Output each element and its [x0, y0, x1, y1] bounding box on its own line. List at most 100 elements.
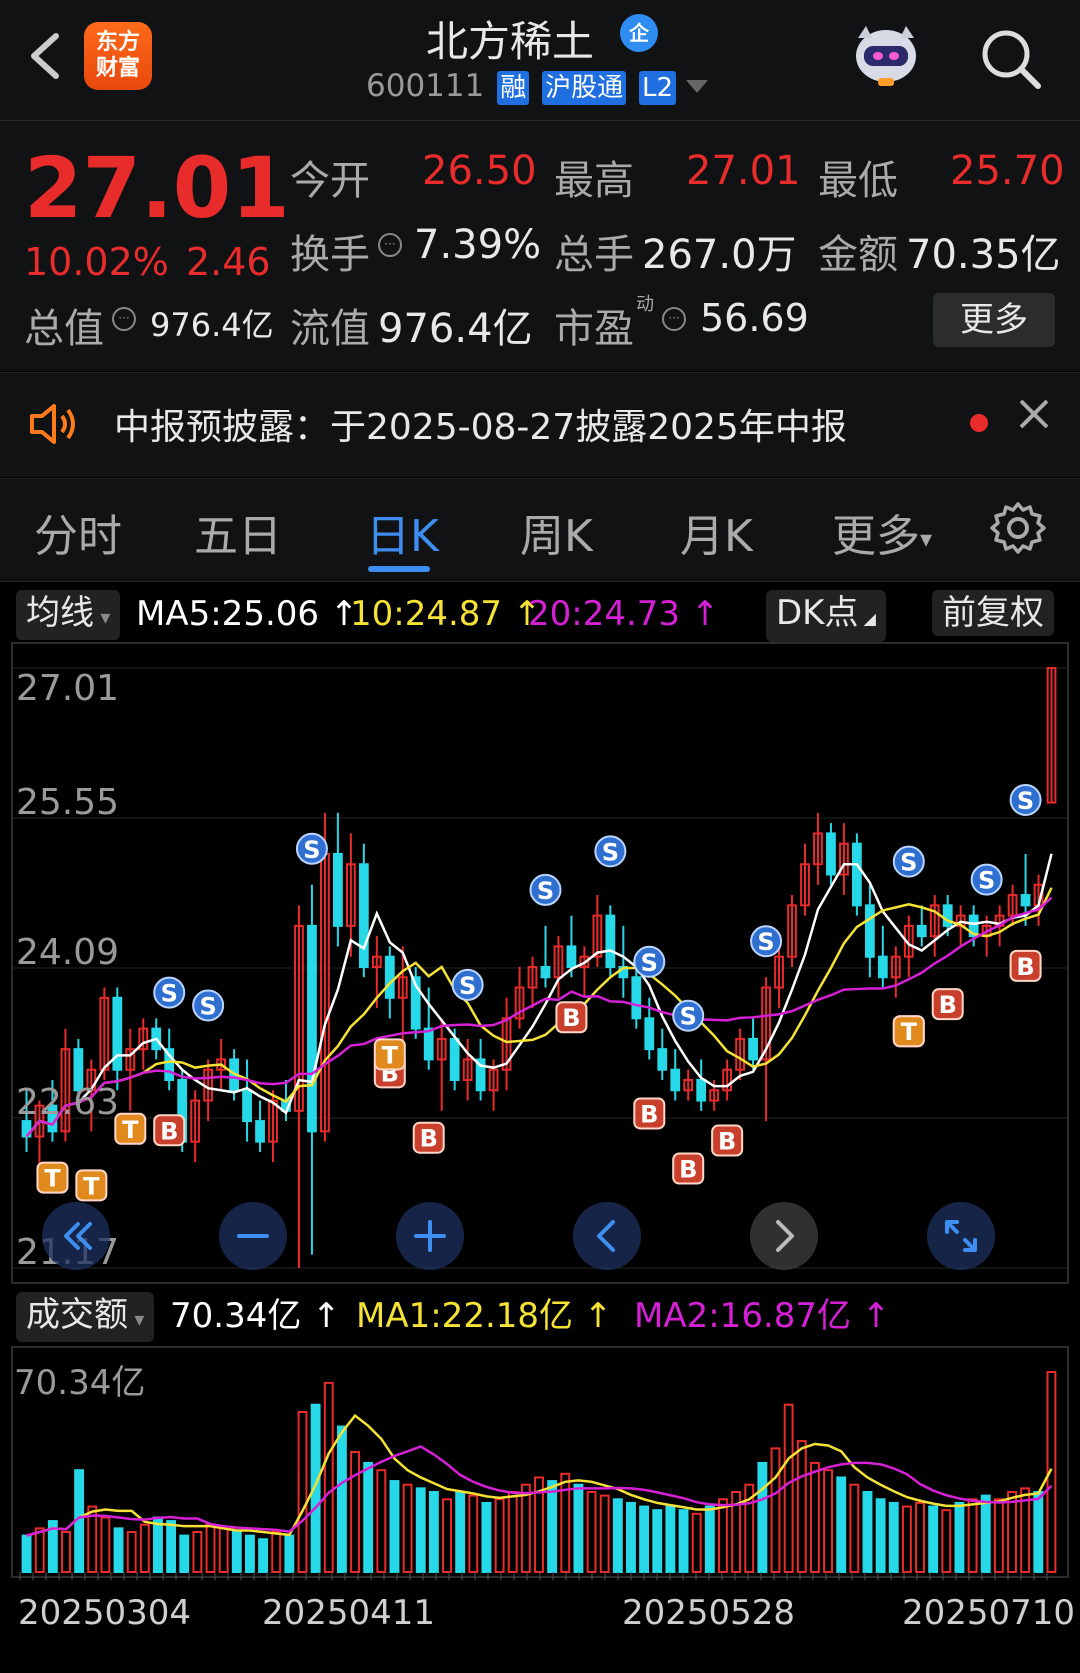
marker-label: B — [562, 1004, 580, 1032]
x-tick-label: 20250411 — [262, 1593, 435, 1633]
y-tick-label: 27.01 — [16, 668, 119, 709]
volume-bar — [888, 1501, 899, 1573]
volume-bar — [468, 1494, 479, 1573]
volume-bar — [718, 1498, 728, 1573]
chevron-left-button[interactable] — [573, 1202, 641, 1270]
volume-bar — [323, 1381, 334, 1573]
fullscreen-button[interactable] — [927, 1202, 995, 1270]
marker-label: B — [939, 991, 957, 1019]
candle-body — [826, 832, 836, 876]
volume-bar — [284, 1534, 295, 1573]
volume-bar — [1007, 1491, 1017, 1573]
candle-body — [864, 904, 875, 958]
marker-label: S — [641, 949, 658, 977]
y-tick-label: 22.63 — [16, 1082, 119, 1123]
volume-bar — [599, 1494, 610, 1573]
volume-bar — [573, 1483, 584, 1574]
volume-bar — [166, 1520, 177, 1574]
volume-bar — [783, 1403, 794, 1574]
zoom-in-button[interactable] — [396, 1202, 464, 1270]
volume-bars — [21, 1371, 1057, 1574]
candle-body — [657, 1048, 668, 1071]
candle-body — [748, 1037, 758, 1061]
candle-body — [307, 924, 317, 1133]
candle-body — [644, 1017, 655, 1051]
candle-body — [696, 1078, 707, 1102]
marker-label: S — [602, 838, 619, 866]
rewind-button[interactable] — [42, 1202, 110, 1270]
marker-label: B — [679, 1156, 697, 1184]
marker-label: T — [122, 1116, 139, 1144]
candle-body — [670, 1068, 681, 1092]
marker-label: B — [718, 1128, 736, 1156]
chart-controls[interactable] — [42, 1202, 995, 1270]
volume-bar — [455, 1491, 466, 1573]
marker-label: S — [757, 928, 774, 956]
candle-body — [358, 863, 369, 968]
volume-bar — [980, 1494, 991, 1573]
x-tick-label: 20250304 — [18, 1593, 191, 1633]
volume-bar — [271, 1531, 282, 1573]
volume-bar — [350, 1451, 360, 1573]
volume-bar — [34, 1527, 45, 1574]
candle-body — [916, 924, 927, 938]
marker-label: T — [382, 1041, 399, 1069]
volume-bar — [297, 1411, 308, 1573]
candle-body — [255, 1120, 265, 1143]
marker-label: S — [161, 980, 178, 1008]
volume-bar — [652, 1509, 663, 1573]
volume-bar — [849, 1483, 860, 1574]
volume-bar — [218, 1527, 229, 1574]
signal-markers: SSSSSSSSSSSSBBBBBBBBBBTTTTT — [36, 783, 1042, 1202]
marker-label: S — [1017, 787, 1034, 815]
candle-body — [605, 914, 616, 968]
marker-label: S — [680, 1003, 697, 1031]
volume-bar — [915, 1501, 925, 1573]
volume-bar — [153, 1516, 163, 1574]
candle-body — [242, 1089, 252, 1123]
volume-bar — [547, 1480, 558, 1574]
volume-bar — [639, 1505, 650, 1573]
volume-bar — [612, 1498, 623, 1573]
volume-bar — [402, 1483, 413, 1574]
volume-bar — [336, 1425, 347, 1573]
x-tick-label: 20250528 — [622, 1593, 795, 1633]
volume-bar — [691, 1512, 702, 1574]
marker-label: S — [537, 877, 554, 905]
marker-label: B — [640, 1100, 658, 1128]
volume-bar — [61, 1531, 71, 1573]
volume-bar — [928, 1505, 939, 1573]
volume-bar — [757, 1461, 768, 1573]
button-bg — [573, 1202, 641, 1270]
volume-bar — [21, 1534, 32, 1573]
y-tick-label: 24.09 — [16, 932, 119, 973]
x-tick-label: 20250710 — [902, 1593, 1075, 1633]
volume-bar — [442, 1498, 452, 1573]
volume-bar — [179, 1534, 190, 1573]
marker-label: T — [44, 1165, 61, 1193]
volume-bar — [901, 1505, 912, 1573]
volume-bar — [258, 1538, 269, 1573]
volume-bar — [113, 1527, 124, 1574]
candle-body — [332, 852, 343, 927]
volume-bar — [507, 1491, 518, 1573]
candle-body — [449, 1037, 460, 1081]
marker-label: T — [901, 1018, 918, 1046]
marker-label: B — [420, 1125, 438, 1153]
button-bg — [927, 1202, 995, 1270]
volume-bar — [389, 1480, 400, 1574]
volume-bar — [1033, 1491, 1044, 1573]
volume-bar — [481, 1501, 492, 1573]
marker-label: S — [199, 992, 216, 1020]
y-axis-labels: 27.0125.5524.0922.6321.1770.34亿 — [14, 668, 145, 1403]
volume-bar — [376, 1469, 387, 1573]
candle-body — [423, 1027, 434, 1061]
volume-bar — [520, 1483, 531, 1574]
volume-bar — [862, 1491, 873, 1573]
volume-bar — [586, 1491, 597, 1573]
volume-bar — [139, 1523, 150, 1574]
kline-chart[interactable]: SSSSSSSSSSSSBBBBBBBBBBTTTTT 27.0125.5524… — [0, 0, 1080, 1673]
chevron-right-button[interactable] — [750, 1202, 818, 1270]
zoom-out-button[interactable] — [219, 1202, 287, 1270]
candle-body — [540, 965, 551, 979]
